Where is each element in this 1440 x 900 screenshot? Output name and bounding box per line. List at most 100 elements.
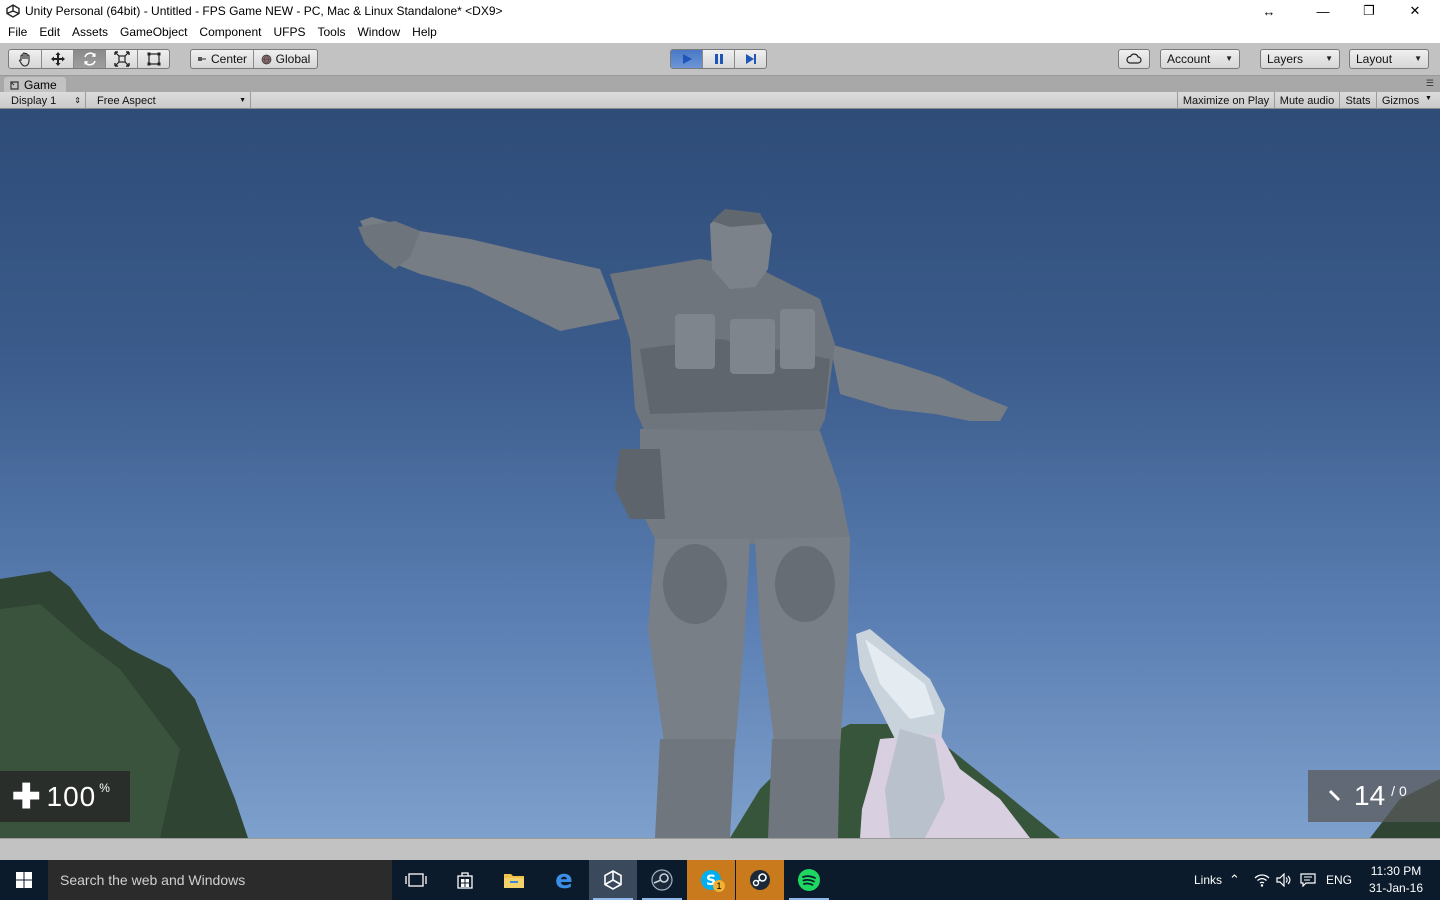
game-scene (0, 209, 1440, 838)
transform-tools (8, 49, 170, 69)
aspect-label: Free Aspect (97, 94, 156, 107)
layers-label: Layers (1267, 52, 1304, 66)
menu-bar: File Edit Assets GameObject Component UF… (0, 22, 1440, 43)
pivot-center-label: Center (210, 52, 248, 66)
menu-tools[interactable]: Tools (311, 22, 351, 43)
chevron-down-icon: ▼ (1325, 54, 1333, 63)
mute-audio-toggle[interactable]: Mute audio (1274, 92, 1339, 109)
unity-editor-window: Unity Personal (64bit) - Untitled - FPS … (0, 0, 1440, 900)
account-dropdown[interactable]: Account ▼ (1160, 49, 1240, 69)
close-button[interactable]: ✕ (1392, 0, 1438, 22)
aspect-dropdown[interactable]: Free Aspect ▼ (91, 92, 251, 109)
bullet-icon (1326, 788, 1342, 804)
taskbar-search-box[interactable]: Search the web and Windows (48, 860, 392, 900)
chevron-down-icon: ▼ (1414, 54, 1422, 63)
task-view-icon[interactable] (392, 860, 440, 900)
chevron-down-icon: ▼ (1225, 54, 1233, 63)
hud-ammo-panel: 14 / 0 (1308, 770, 1440, 822)
pivot-center-button[interactable]: Center (191, 50, 255, 68)
clock-time: 11:30 PM (1370, 864, 1422, 878)
restore-button[interactable]: ❐ (1346, 0, 1392, 22)
menu-component[interactable]: Component (193, 22, 267, 43)
spotify-icon[interactable] (785, 860, 833, 900)
status-bar (0, 838, 1440, 860)
tab-game-label: Game (24, 78, 57, 92)
ammo-separator: / (1391, 783, 1396, 799)
menu-window[interactable]: Window (351, 22, 406, 43)
resize-arrows-icon[interactable]: ↔ (1246, 0, 1292, 22)
panel-menu-icon[interactable]: ☰ (1426, 78, 1434, 89)
stats-toggle[interactable]: Stats (1339, 92, 1376, 109)
unity-icon[interactable] (589, 860, 637, 900)
edge-icon[interactable]: e (540, 860, 588, 900)
game-viewport[interactable]: ✚ 100 % 14 / 0 (0, 109, 1440, 838)
unity-logo-icon (4, 2, 22, 20)
game-view-icon (10, 80, 19, 90)
pivot-global-button[interactable]: Global (254, 50, 317, 68)
volume-icon[interactable] (1276, 860, 1292, 900)
start-button[interactable] (0, 860, 48, 900)
layers-dropdown[interactable]: Layers ▼ (1260, 49, 1340, 69)
title-bar: Unity Personal (64bit) - Untitled - FPS … (0, 0, 1440, 22)
pause-icon (714, 54, 723, 64)
menu-help[interactable]: Help (406, 22, 443, 43)
step-icon (745, 54, 756, 64)
rotate-tool-icon[interactable] (74, 50, 106, 68)
collab-cloud-button[interactable] (1118, 49, 1150, 69)
minimize-button[interactable]: — (1300, 0, 1346, 22)
steam-client-icon[interactable] (638, 860, 686, 900)
menu-assets[interactable]: Assets (66, 22, 114, 43)
clock-date: 31-Jan-16 (1368, 881, 1424, 895)
menu-gameobject[interactable]: GameObject (114, 22, 193, 43)
ammo-reserve-count: 0 (1399, 783, 1407, 799)
ammo-clip-count: 14 (1354, 780, 1386, 811)
action-center-icon[interactable] (1300, 860, 1316, 900)
store-icon[interactable] (441, 860, 489, 900)
menu-file[interactable]: File (2, 22, 33, 43)
links-toolbar[interactable]: Links (1194, 860, 1222, 900)
game-view-toolbar: Display 1 ⇕ Free Aspect ▼ Maximize on Pl… (0, 92, 1440, 109)
tab-game[interactable]: Game (4, 77, 66, 93)
display-label: Display 1 (11, 94, 57, 107)
maximize-on-play-toggle[interactable]: Maximize on Play (1177, 92, 1274, 109)
game-tab-strip: Game ☰ (0, 76, 1440, 93)
pivot-global-label: Global (275, 52, 311, 66)
account-label: Account (1167, 52, 1211, 66)
chevron-down-icon: ▼ (1425, 95, 1432, 102)
globe-icon (261, 54, 272, 64)
cloud-icon (1126, 53, 1142, 64)
hud-health-panel: ✚ 100 % (0, 771, 130, 822)
play-icon (682, 54, 692, 64)
windows-taskbar: Search the web and Windows e S 1 Links ⌃… (0, 860, 1440, 900)
layout-label: Layout (1356, 52, 1393, 66)
menu-ufps[interactable]: UFPS (267, 22, 311, 43)
clock[interactable]: 11:30 PM 31-Jan-16 (1360, 863, 1432, 897)
chevron-down-icon: ▼ (239, 97, 246, 104)
skype-notification-badge: 1 (713, 880, 725, 892)
gizmos-dropdown[interactable]: Gizmos (1376, 92, 1424, 109)
scale-tool-icon[interactable] (106, 50, 138, 68)
wifi-icon[interactable] (1254, 860, 1270, 900)
layout-dropdown[interactable]: Layout ▼ (1349, 49, 1429, 69)
playback-controls (670, 49, 767, 69)
menu-edit[interactable]: Edit (33, 22, 66, 43)
language-indicator[interactable]: ENG (1326, 860, 1352, 900)
play-button[interactable] (671, 50, 703, 68)
step-button[interactable] (735, 50, 766, 68)
window-title: Unity Personal (64bit) - Untitled - FPS … (25, 4, 503, 18)
main-toolbar: Center Global Account ▼ Layers ▼ Layout … (0, 43, 1440, 76)
file-explorer-icon[interactable] (490, 860, 538, 900)
health-unit: % (99, 781, 110, 795)
pause-button[interactable] (703, 50, 735, 68)
health-cross-icon: ✚ (12, 777, 41, 816)
move-tool-icon[interactable] (42, 50, 74, 68)
steam-icon[interactable] (736, 860, 784, 900)
hand-tool-icon[interactable] (9, 50, 42, 68)
display-dropdown[interactable]: Display 1 ⇕ (5, 92, 86, 109)
rect-tool-icon[interactable] (138, 50, 169, 68)
windows-logo-icon (16, 872, 32, 888)
stepper-arrows-icon: ⇕ (74, 96, 81, 105)
skype-icon[interactable]: S 1 (687, 860, 735, 900)
pivot-controls: Center Global (190, 49, 318, 69)
tray-overflow-icon[interactable]: ⌃ (1229, 860, 1240, 900)
